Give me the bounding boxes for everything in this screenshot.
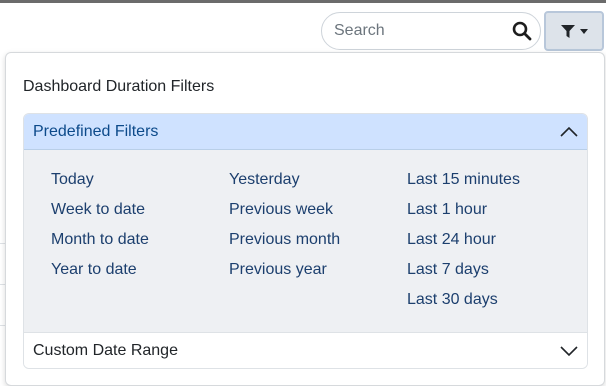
custom-date-range-header[interactable]: Custom Date Range: [24, 333, 587, 368]
filter-option-week-to-date[interactable]: Week to date: [51, 200, 149, 230]
filter-option-previous-week[interactable]: Previous week: [229, 200, 340, 230]
search-input[interactable]: [334, 16, 504, 46]
filter-option-previous-year[interactable]: Previous year: [229, 260, 340, 290]
filter-option-month-to-date[interactable]: Month to date: [51, 230, 149, 260]
filter-option-last-1-hour[interactable]: Last 1 hour: [407, 200, 520, 230]
filter-icon: [560, 24, 575, 38]
search-box: [321, 12, 541, 50]
top-border: [0, 0, 606, 3]
panel-title: Dashboard Duration Filters: [23, 78, 215, 95]
predefined-filters-label: Predefined Filters: [33, 122, 159, 140]
filter-option-last-30-days[interactable]: Last 30 days: [407, 290, 520, 320]
caret-down-icon: [579, 28, 588, 34]
custom-date-range-label: Custom Date Range: [33, 342, 178, 359]
filter-column-3: Last 15 minutes Last 1 hour Last 24 hour…: [407, 170, 520, 320]
filter-option-yesterday[interactable]: Yesterday: [229, 170, 340, 200]
filter-option-last-7-days[interactable]: Last 7 days: [407, 260, 520, 290]
duration-filter-panel: Dashboard Duration Filters Predefined Fi…: [5, 52, 605, 386]
search-icon[interactable]: [512, 21, 532, 41]
filter-option-last-24-hour[interactable]: Last 24 hour: [407, 230, 520, 260]
filter-option-previous-month[interactable]: Previous month: [229, 230, 340, 260]
filter-option-year-to-date[interactable]: Year to date: [51, 260, 149, 290]
filter-option-today[interactable]: Today: [51, 170, 149, 200]
filter-column-1: Today Week to date Month to date Year to…: [51, 170, 149, 290]
filter-accordion: Predefined Filters Today Week to date Mo…: [23, 113, 588, 369]
chevron-up-icon: [560, 126, 578, 137]
chevron-down-icon: [560, 345, 578, 356]
predefined-filters-header[interactable]: Predefined Filters: [24, 114, 587, 150]
filter-dropdown-button[interactable]: [544, 11, 604, 51]
predefined-filters-body: Today Week to date Month to date Year to…: [24, 150, 587, 333]
filter-column-2: Yesterday Previous week Previous month P…: [229, 170, 340, 290]
filter-option-last-15-minutes[interactable]: Last 15 minutes: [407, 170, 520, 200]
